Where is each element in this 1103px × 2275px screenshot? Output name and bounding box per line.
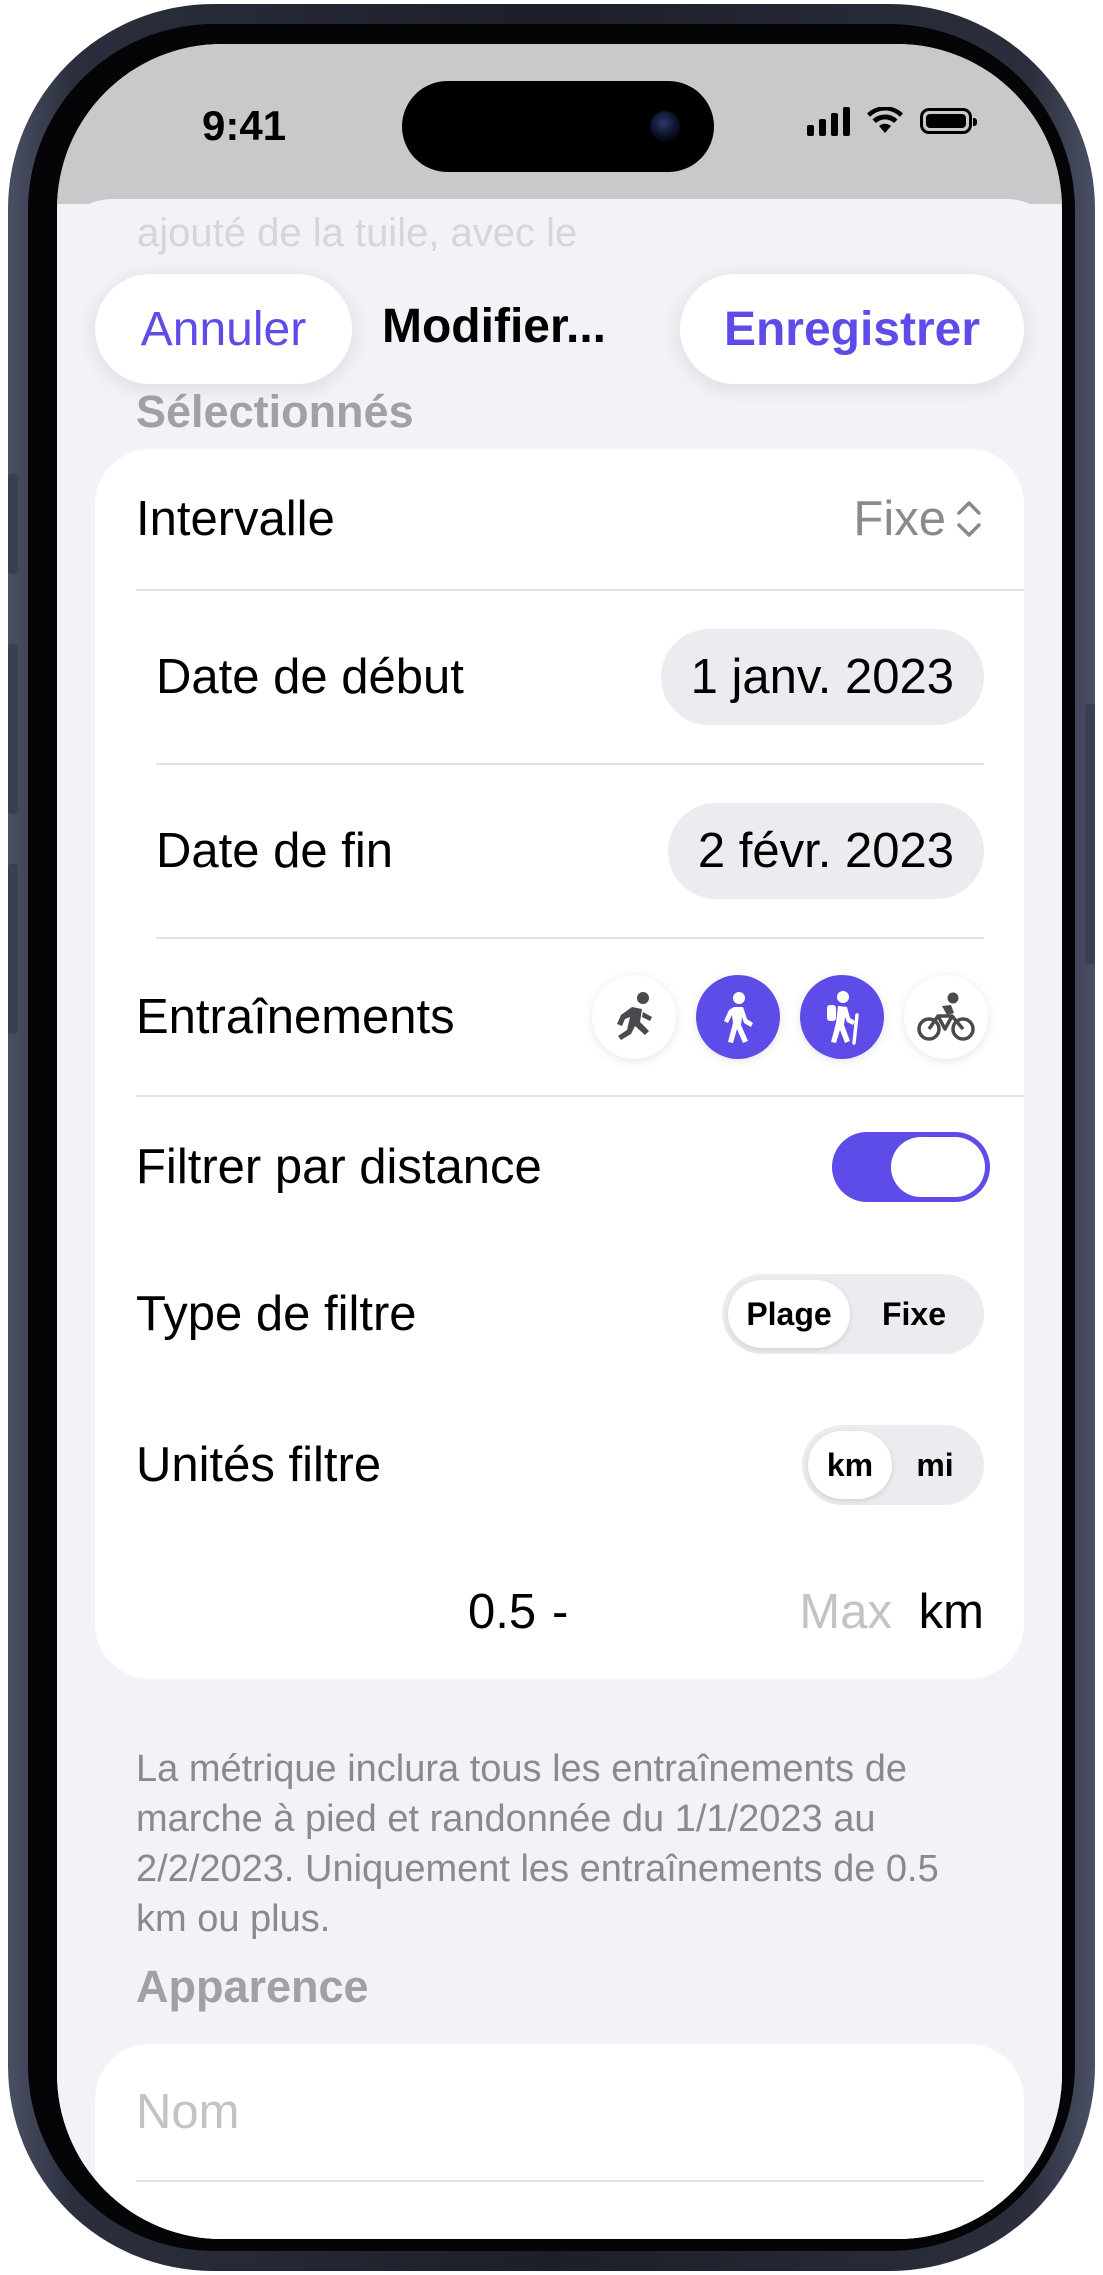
workouts-label: Entraînements — [136, 990, 455, 1044]
workout-cycling-button[interactable] — [904, 975, 988, 1059]
units-option-km[interactable]: km — [808, 1431, 892, 1499]
workout-hiking-button[interactable] — [800, 975, 884, 1059]
distance-filter-row: Filtrer par distance — [95, 1097, 1024, 1237]
range-min-input[interactable]: 0.5 — [468, 1584, 536, 1640]
battery-icon — [920, 108, 977, 134]
filter-type-option-range[interactable]: Plage — [728, 1280, 850, 1348]
metric-description: La métrique inclura tous les entraînemen… — [136, 1748, 939, 1940]
running-icon — [617, 992, 652, 1040]
chevron-up-down-icon — [957, 501, 981, 537]
units-option-mi[interactable]: mi — [892, 1431, 978, 1499]
start-date-label: Date de début — [156, 650, 464, 704]
start-date-row: Date de début 1 janv. 2023 — [95, 591, 1024, 763]
camera-icon — [650, 111, 680, 141]
power-button — [1085, 704, 1095, 964]
filter-type-segmented-control: Plage Fixe — [722, 1274, 984, 1354]
section-header-selected: Sélectionnés — [136, 386, 414, 437]
range-max-input[interactable]: Max — [799, 1584, 892, 1640]
distance-range-row: 0.5 - Max km — [95, 1542, 1024, 1682]
appearance-card: Nom — [95, 2044, 1044, 2239]
volume-down-button — [8, 864, 18, 1034]
background-hint-text: ajouté de la tuile, avec le — [137, 211, 578, 255]
workout-running-button[interactable] — [592, 975, 676, 1059]
name-input[interactable]: Nom — [136, 2084, 239, 2140]
status-icons — [807, 106, 977, 136]
interval-value: Fixe — [853, 492, 946, 546]
filter-units-row: Unités filtre km mi — [95, 1395, 1024, 1535]
toggle-knob — [891, 1137, 985, 1197]
filter-type-option-fixed[interactable]: Fixe — [850, 1280, 978, 1348]
cancel-button[interactable]: Annuler — [95, 274, 352, 384]
interval-picker[interactable]: Fixe — [853, 491, 982, 547]
distance-filter-label: Filtrer par distance — [136, 1140, 542, 1194]
end-date-picker[interactable]: 2 févr. 2023 — [667, 803, 984, 899]
wifi-icon — [867, 107, 903, 133]
filter-units-segmented-control: km mi — [802, 1425, 984, 1505]
selection-card: Intervalle Fixe Date de début 1 janv. 20… — [95, 449, 1024, 1679]
section-header-appearance: Apparence — [136, 1961, 369, 2012]
workout-walking-button[interactable] — [696, 975, 780, 1059]
range-separator: - — [552, 1585, 569, 1639]
screen: 9:41 ajouté de la tuile, avec le Annuler… — [57, 44, 1062, 2239]
cycling-icon — [917, 992, 975, 1041]
filter-by-distance-toggle[interactable] — [832, 1132, 990, 1202]
nav-title: Modifier... — [382, 300, 607, 353]
volume-up-button — [8, 644, 18, 814]
action-button — [8, 474, 18, 574]
save-button[interactable]: Enregistrer — [680, 274, 1024, 384]
hiking-icon — [827, 991, 859, 1045]
end-date-row: Date de fin 2 févr. 2023 — [95, 765, 1024, 937]
workouts-row: Entraînements — [95, 939, 1024, 1095]
interval-label: Intervalle — [136, 492, 335, 546]
filter-units-label: Unités filtre — [136, 1438, 382, 1492]
cellular-signal-icon — [807, 106, 850, 136]
range-unit-label: km — [918, 1585, 984, 1639]
color-row — [95, 2182, 1044, 2239]
name-row: Nom — [95, 2044, 1024, 2180]
filter-type-row: Type de filtre Plage Fixe — [95, 1244, 1024, 1384]
end-date-label: Date de fin — [156, 824, 393, 878]
nav-bar: Annuler Modifier... Enregistrer — [57, 274, 1062, 384]
phone-frame: 9:41 ajouté de la tuile, avec le Annuler… — [8, 4, 1095, 2271]
dynamic-island — [402, 81, 714, 172]
status-bar: 9:41 — [57, 44, 1062, 204]
status-time: 9:41 — [202, 102, 287, 149]
workout-type-selector — [592, 975, 988, 1059]
interval-row[interactable]: Intervalle Fixe — [95, 449, 1024, 589]
start-date-picker[interactable]: 1 janv. 2023 — [660, 629, 984, 725]
filter-type-label: Type de filtre — [136, 1287, 417, 1341]
walking-icon — [724, 992, 753, 1043]
